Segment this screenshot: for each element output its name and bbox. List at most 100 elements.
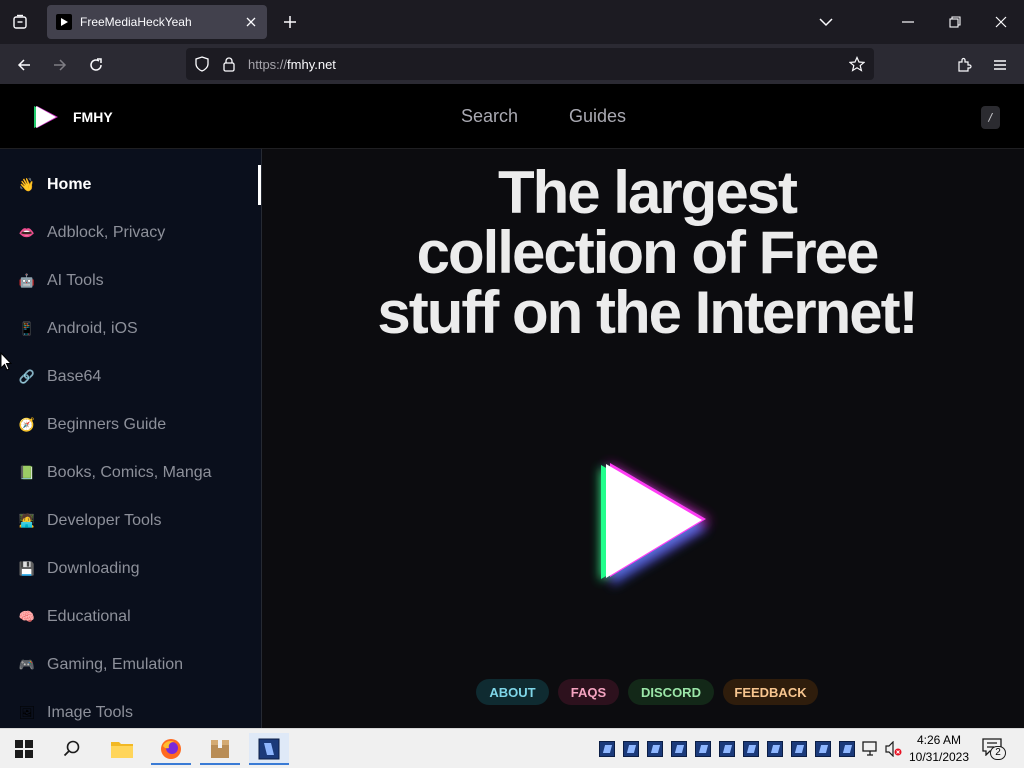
about-button[interactable]: ABOUT (476, 679, 549, 705)
url-scheme: https:// (248, 57, 288, 72)
notification-center-icon[interactable]: 2 (982, 738, 1006, 760)
sidebar-item-label: AI Tools (47, 272, 104, 289)
brand-name[interactable]: FMHY (73, 109, 113, 125)
active-app-underline-3 (249, 763, 289, 765)
fmhy-logo-icon[interactable] (32, 103, 60, 131)
tray-app-icon-4[interactable] (671, 741, 687, 757)
nav-search[interactable]: Search (461, 106, 518, 127)
mouse-cursor-icon (0, 351, 13, 377)
hero-line-3: stuff on the Internet! (377, 279, 918, 346)
picture-icon: 🖼 (18, 705, 36, 720)
sidebar-item-label: Home (47, 176, 92, 193)
package-app-icon[interactable] (200, 733, 240, 765)
green-book-icon: 📗 (18, 465, 36, 480)
sidebar-item-gaming-emulation[interactable]: 🎮 Gaming, Emulation (0, 645, 260, 685)
sidebar-item-home[interactable]: 👋 Home (0, 165, 260, 205)
taskbar: 4:26 AM 10/31/2023 2 (0, 728, 1024, 768)
forward-icon[interactable] (47, 52, 73, 78)
sidebar-item-label: Books, Comics, Manga (47, 464, 212, 481)
close-tab-icon[interactable] (239, 10, 263, 34)
guide-icon: 🧭 (18, 417, 36, 432)
sidebar-item-ai-tools[interactable]: 🤖 AI Tools (0, 261, 260, 301)
windows-start-icon[interactable] (4, 733, 44, 765)
feedback-button[interactable]: FEEDBACK (723, 679, 818, 705)
search-shortcut-key[interactable]: / (981, 106, 1000, 129)
sidebar-item-label: Educational (47, 608, 131, 625)
brain-icon: 🧠 (18, 609, 36, 624)
lock-icon[interactable] (222, 56, 236, 77)
clock-time: 4:26 AM (916, 733, 962, 747)
sidebar-item-beginners-guide[interactable]: 🧭 Beginners Guide (0, 405, 260, 445)
menu-icon[interactable] (987, 52, 1013, 78)
tray-app-icon-9[interactable] (791, 741, 807, 757)
tray-app-icon-3[interactable] (647, 741, 663, 757)
main-content: The largest collection of Free stuff on … (262, 149, 1024, 728)
tray-app-icon-7[interactable] (743, 741, 759, 757)
notification-count-badge: 2 (990, 746, 1006, 760)
tray-app-icon-11[interactable] (839, 741, 855, 757)
hero-line-2: collection of Free (416, 219, 880, 286)
link-icon: 🔗 (18, 369, 36, 384)
lips-icon: 👄 (18, 225, 36, 240)
extensions-icon[interactable] (951, 52, 977, 78)
tray-app-icon-2[interactable] (623, 741, 639, 757)
tab-list-icon[interactable] (8, 10, 32, 34)
url-bar[interactable]: https://fmhy.net (186, 48, 874, 80)
sidebar-item-base64[interactable]: 🔗 Base64 (0, 357, 260, 397)
sidebar-item-educational[interactable]: 🧠 Educational (0, 597, 260, 637)
back-icon[interactable] (11, 52, 37, 78)
phone-icon: 📱 (18, 321, 36, 336)
sidebar-item-downloading[interactable]: 💾 Downloading (0, 549, 260, 589)
discord-button[interactable]: DISCORD (628, 679, 714, 705)
search-icon[interactable] (52, 733, 92, 765)
restore-icon[interactable] (940, 8, 970, 36)
tab-title: FreeMediaHeckYeah (80, 15, 192, 29)
sidebar-item-label: Base64 (47, 368, 102, 385)
sidebar-item-label: Gaming, Emulation (47, 656, 184, 673)
file-explorer-icon[interactable] (102, 733, 142, 765)
browser-tab[interactable]: FreeMediaHeckYeah (47, 5, 267, 39)
reload-icon[interactable] (83, 52, 109, 78)
new-tab-icon[interactable] (278, 10, 302, 34)
window-close-icon[interactable] (986, 8, 1016, 36)
network-icon[interactable] (862, 741, 880, 762)
app-window-icon[interactable] (249, 733, 289, 765)
tray-app-icon-10[interactable] (815, 741, 831, 757)
list-all-tabs-icon[interactable] (811, 8, 841, 36)
favicon-icon (56, 14, 72, 30)
firefox-icon[interactable] (151, 733, 191, 765)
sidebar-item-label: Android, iOS (47, 320, 138, 337)
bookmark-star-icon[interactable] (848, 56, 866, 77)
sidebar-item-adblock-privacy[interactable]: 👄 Adblock, Privacy (0, 213, 260, 253)
tray-app-icon-1[interactable] (599, 741, 615, 757)
volume-muted-icon[interactable] (885, 740, 903, 762)
active-app-underline (151, 763, 191, 765)
hero-title: The largest collection of Free stuff on … (262, 163, 1024, 343)
hero-play-logo-icon (580, 449, 720, 599)
sidebar-item-label: Adblock, Privacy (47, 224, 166, 241)
game-controller-icon: 🎮 (18, 657, 36, 672)
sidebar-item-label: Downloading (47, 560, 140, 577)
sidebar-item-android-ios[interactable]: 📱 Android, iOS (0, 309, 260, 349)
tray-app-icon-5[interactable] (695, 741, 711, 757)
clock-date: 10/31/2023 (908, 750, 970, 764)
faqs-button[interactable]: FAQS (558, 679, 619, 705)
minimize-icon[interactable] (893, 8, 923, 36)
tray-app-icon-6[interactable] (719, 741, 735, 757)
active-app-underline-2 (200, 763, 240, 765)
sidebar-item-books-comics-manga[interactable]: 📗 Books, Comics, Manga (0, 453, 260, 493)
nav-guides[interactable]: Guides (569, 106, 626, 127)
browser-tab-bar: FreeMediaHeckYeah (0, 0, 1024, 44)
technologist-icon: 🧑‍💻 (18, 513, 36, 528)
url-host: fmhy.net (287, 57, 336, 72)
robot-icon: 🤖 (18, 273, 36, 288)
url-text: https://fmhy.net (248, 57, 336, 72)
sidebar-item-label: Beginners Guide (47, 416, 167, 433)
floppy-disk-icon: 💾 (18, 561, 36, 576)
sidebar-item-image-tools[interactable]: 🖼 Image Tools (0, 693, 260, 728)
sidebar-item-developer-tools[interactable]: 🧑‍💻 Developer Tools (0, 501, 260, 541)
tray-app-icon-8[interactable] (767, 741, 783, 757)
sidebar-item-label: Developer Tools (47, 512, 162, 529)
system-clock[interactable]: 4:26 AM 10/31/2023 (905, 732, 973, 766)
shield-icon[interactable] (194, 56, 210, 77)
